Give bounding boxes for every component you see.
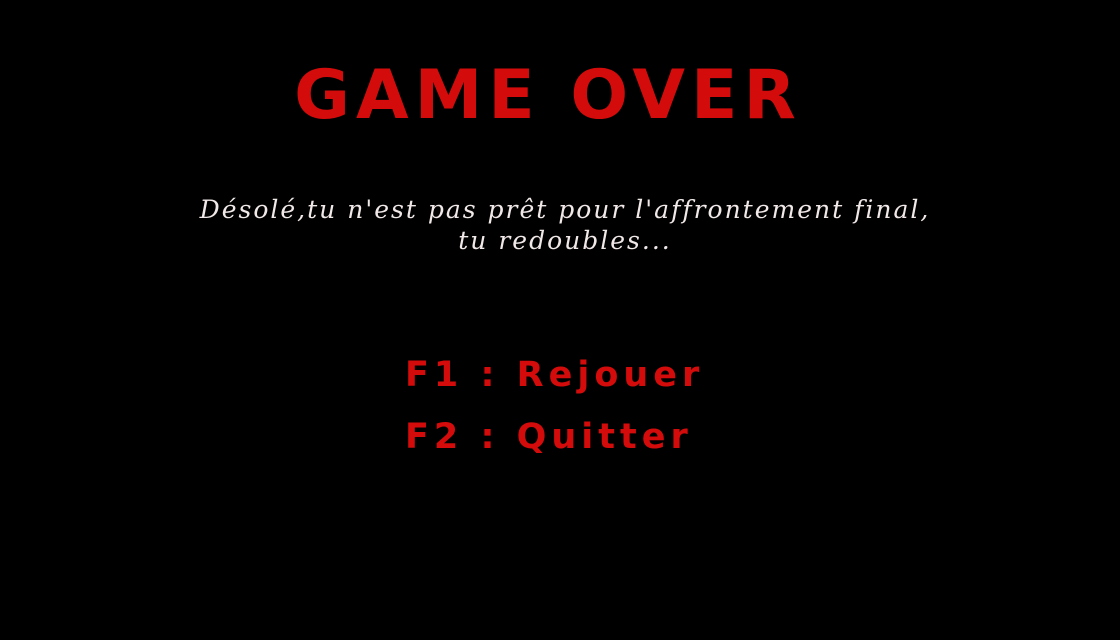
- defeat-message-line-1: Désolé,tu n'est pas prêt pour l'affronte…: [199, 195, 931, 224]
- defeat-message: Désolé,tu n'est pas prêt pour l'affronte…: [0, 194, 1120, 256]
- menu-item-label: Rejouer: [516, 355, 705, 395]
- menu-item-key: F1: [405, 355, 464, 395]
- menu-item-key: F2: [405, 417, 464, 457]
- defeat-message-line-2: tu redoubles...: [458, 226, 672, 255]
- game-over-menu: F1 : Rejouer F2 : Quitter: [405, 352, 704, 476]
- menu-item-replay[interactable]: F1 : Rejouer: [405, 352, 704, 414]
- game-over-title: GAME OVER: [294, 56, 802, 135]
- menu-item-label: Quitter: [516, 417, 693, 457]
- menu-item-quit[interactable]: F2 : Quitter: [405, 414, 704, 476]
- menu-item-separator: :: [480, 417, 500, 457]
- game-over-screen: GAME OVER Désolé,tu n'est pas prêt pour …: [0, 0, 1120, 640]
- menu-item-separator: :: [480, 355, 500, 395]
